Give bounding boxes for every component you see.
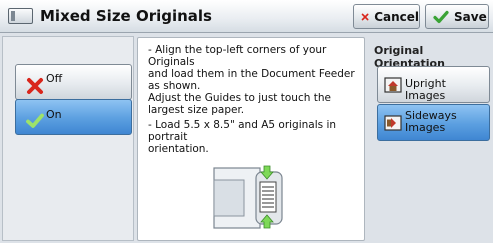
upright-images-label: Upright Images xyxy=(405,77,446,102)
page-title: Mixed Size Originals xyxy=(40,7,212,25)
sideways-image-icon xyxy=(384,115,402,131)
red-x-icon xyxy=(361,13,369,20)
document-feeder-illustration xyxy=(213,165,283,229)
upright-image-icon xyxy=(384,77,402,93)
cancel-label: Cancel xyxy=(374,9,419,24)
instruction-portrait: - Load 5.5 x 8.5" and A5 originals in po… xyxy=(148,119,337,155)
on-option-label: On xyxy=(46,108,62,121)
cancel-button[interactable]: Cancel xyxy=(353,4,420,29)
orientation-panel: Original Orientation Upright Images Side… xyxy=(369,36,493,241)
window-icon xyxy=(8,8,33,24)
upright-images-button[interactable]: Upright Images xyxy=(377,66,490,103)
sideways-images-label: Sideways Images xyxy=(405,109,457,134)
green-check-icon xyxy=(433,10,449,23)
title-bar: Mixed Size Originals Cancel Save xyxy=(0,0,493,33)
off-option-label: Off xyxy=(46,72,63,85)
instructions-panel: - Align the top-left corners of your Ori… xyxy=(137,37,365,241)
instruction-align: - Align the top-left corners of your Ori… xyxy=(148,44,355,116)
red-x-icon xyxy=(27,78,43,94)
sideways-images-button[interactable]: Sideways Images xyxy=(377,104,490,141)
save-button[interactable]: Save xyxy=(425,4,489,29)
save-label: Save xyxy=(454,9,487,24)
green-check-icon xyxy=(26,113,44,128)
on-option-button[interactable]: On xyxy=(15,99,132,135)
off-option-button[interactable]: Off xyxy=(15,64,132,100)
